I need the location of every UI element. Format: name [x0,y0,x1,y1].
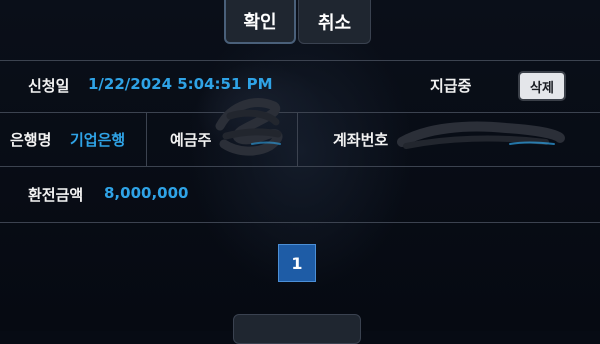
account-holder-label: 예금주 [170,131,212,149]
redaction-scribble [397,121,565,149]
divider [0,222,600,223]
redaction-scribble [215,98,283,156]
divider [297,112,298,166]
bank-name-value: 기업은행 [70,131,126,149]
divider [0,166,600,167]
exchange-amount-value: 8,000,000 [104,184,189,202]
divider [0,112,600,113]
status-text: 지급중 [430,77,472,95]
cancel-button[interactable]: 취소 [298,0,371,44]
bank-name-label: 은행명 [10,131,52,149]
request-date-value: 1/22/2024 5:04:51 PM [88,75,273,93]
delete-button[interactable]: 삭제 [518,71,566,101]
exchange-amount-label: 환전금액 [28,186,84,204]
bottom-button[interactable] [233,314,361,344]
action-bar: 확인 취소 [0,0,600,52]
confirm-button[interactable]: 확인 [224,0,296,44]
divider [0,60,600,61]
request-date-label: 신청일 [28,77,70,95]
page-number-button[interactable]: 1 [278,244,316,282]
divider [146,112,147,166]
account-number-label: 계좌번호 [333,131,389,149]
